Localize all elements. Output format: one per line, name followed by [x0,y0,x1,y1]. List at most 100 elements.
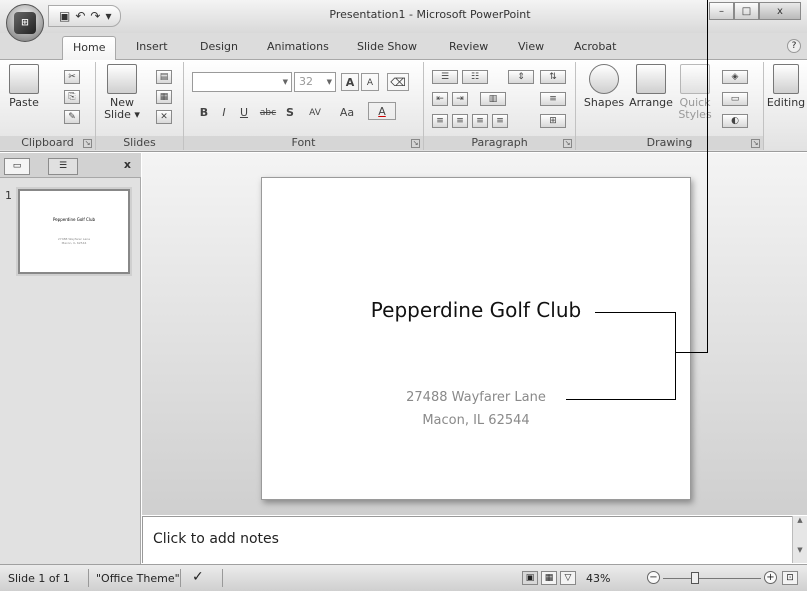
arrange-icon [636,64,666,94]
quick-styles-button[interactable]: Quick Styles [676,64,714,121]
bold-button[interactable]: B [196,104,212,122]
align-right-icon[interactable]: ≡ [472,114,488,128]
text-direction-icon[interactable]: ⇅ [540,70,566,84]
close-button[interactable]: x [759,2,801,20]
zoom-in-icon[interactable]: + [764,571,777,584]
scroll-down-icon[interactable]: ▼ [793,546,807,554]
shrink-font-button[interactable]: A [361,73,379,91]
outline-tab-icon[interactable]: ☰ [48,158,78,175]
slide-address-line1[interactable]: 27488 Wayfarer Lane [262,390,690,405]
bullets-icon[interactable]: ☰ [432,70,458,84]
character-spacing-button[interactable]: AV [302,104,328,122]
office-button[interactable]: ⊞ [6,4,44,42]
slide-sorter-icon[interactable]: ▦ [541,571,557,585]
thumb-line2: Macon, IL 62544 [61,241,87,245]
tab-view[interactable]: View [518,40,544,53]
tab-home[interactable]: Home [62,36,117,61]
window-title: Presentation1 - Microsoft PowerPoint [329,8,531,21]
pane-tabs: ▭ ☰ x [0,153,141,178]
zoom-thumb[interactable] [691,572,699,584]
font-color-button[interactable]: A [368,102,396,120]
window-controls: – □ x [709,2,801,20]
paste-button[interactable]: Paste [4,64,44,109]
tab-design[interactable]: Design [200,40,238,53]
shapes-button[interactable]: Shapes [582,64,626,109]
status-bar: Slide 1 of 1 "Office Theme" ✓ ▣ ▦ ▽ 43% … [0,564,807,591]
slides-tab-icon[interactable]: ▭ [4,158,30,175]
zoom-out-icon[interactable]: − [647,571,660,584]
editing-button[interactable]: Editing [766,64,806,109]
tab-slide-show[interactable]: Slide Show [357,40,417,53]
tab-acrobat[interactable]: Acrobat [574,40,616,53]
shape-effects-icon[interactable]: ◐ [722,114,748,128]
undo-icon[interactable]: ↶ [75,9,85,23]
notes-pane[interactable]: Click to add notes [142,516,792,563]
align-left-icon[interactable]: ≡ [432,114,448,128]
line-spacing-icon[interactable]: ⇕ [508,70,534,84]
change-case-button[interactable]: Aa [334,104,360,122]
copy-icon[interactable]: ⎘ [64,90,80,104]
smartart-icon[interactable]: ⊞ [540,114,566,128]
scroll-up-icon[interactable]: ▲ [793,516,807,524]
layout-icon[interactable]: ▤ [156,70,172,84]
help-icon[interactable]: ? [787,39,801,53]
reset-icon[interactable]: ▦ [156,90,172,104]
paragraph-launcher-icon[interactable]: ↘ [563,139,572,148]
clipboard-launcher-icon[interactable]: ↘ [83,139,92,148]
new-slide-icon [107,64,137,94]
shadow-button[interactable]: S [282,104,298,122]
drawing-launcher-icon[interactable]: ↘ [751,139,760,148]
normal-view-icon[interactable]: ▣ [522,571,538,585]
new-slide-button[interactable]: New Slide ▾ [102,64,142,121]
font-name-box[interactable]: ▼ [192,72,292,92]
shape-fill-icon[interactable]: ◈ [722,70,748,84]
tab-animations[interactable]: Animations [267,40,329,53]
decrease-indent-icon[interactable]: ⇤ [432,92,448,106]
customize-qat-icon[interactable]: ▾ [105,9,111,23]
arrange-button[interactable]: Arrange [628,64,674,109]
slide-show-icon[interactable]: ▽ [560,571,576,585]
clear-formatting-icon[interactable]: ⌫ [387,73,409,91]
slide-address-line2[interactable]: Macon, IL 62544 [262,413,690,428]
justify-icon[interactable]: ≡ [492,114,508,128]
align-center-icon[interactable]: ≡ [452,114,468,128]
columns-icon[interactable]: ▥ [480,92,506,106]
theme-name[interactable]: "Office Theme" [96,572,180,585]
tab-review[interactable]: Review [449,40,488,53]
tab-insert[interactable]: Insert [136,40,168,53]
increase-indent-icon[interactable]: ⇥ [452,92,468,106]
align-text-icon[interactable]: ≡ [540,92,566,106]
maximize-button[interactable]: □ [734,2,759,20]
zoom-slider[interactable]: − + [647,571,777,585]
slide-thumbnail[interactable]: Pepperdine Golf Club 27488 Wayfarer Lane… [18,189,130,274]
callout-line-address [566,399,676,400]
numbering-icon[interactable]: ☷ [462,70,488,84]
italic-button[interactable]: I [216,104,232,122]
underline-button[interactable]: U [236,104,252,122]
spell-check-icon[interactable]: ✓ [192,569,204,585]
font-size-box[interactable]: 32 ▼ [294,72,336,92]
callout-line-up [707,0,708,353]
strikethrough-button[interactable]: abc [256,104,280,122]
delete-slide-icon[interactable]: ✕ [156,110,172,124]
shape-outline-icon[interactable]: ▭ [722,92,748,106]
save-icon[interactable]: ▣ [59,9,70,23]
clipboard-group: Paste ✂ ⎘ ✎ Clipboard ↘ [0,62,96,150]
zoom-level[interactable]: 43% [586,572,610,585]
redo-icon[interactable]: ↷ [90,9,100,23]
status-divider [180,569,181,587]
minimize-button[interactable]: – [709,2,734,20]
pane-close-icon[interactable]: x [124,158,131,171]
font-launcher-icon[interactable]: ↘ [411,139,420,148]
clipboard-icon [9,64,39,94]
vertical-scrollbar[interactable]: ▲ ▼ [792,516,807,563]
slide-canvas[interactable]: Pepperdine Golf Club 27488 Wayfarer Lane… [261,177,691,500]
grow-font-button[interactable]: A [341,73,359,91]
editing-label: Editing [766,96,806,109]
paste-label: Paste [9,96,39,109]
slide-title[interactable]: Pepperdine Golf Club [262,298,690,322]
format-painter-icon[interactable]: ✎ [64,110,80,124]
slides-group: New Slide ▾ ▤ ▦ ✕ Slides [96,62,184,150]
fit-to-window-icon[interactable]: ⊡ [782,571,798,585]
cut-icon[interactable]: ✂ [64,70,80,84]
